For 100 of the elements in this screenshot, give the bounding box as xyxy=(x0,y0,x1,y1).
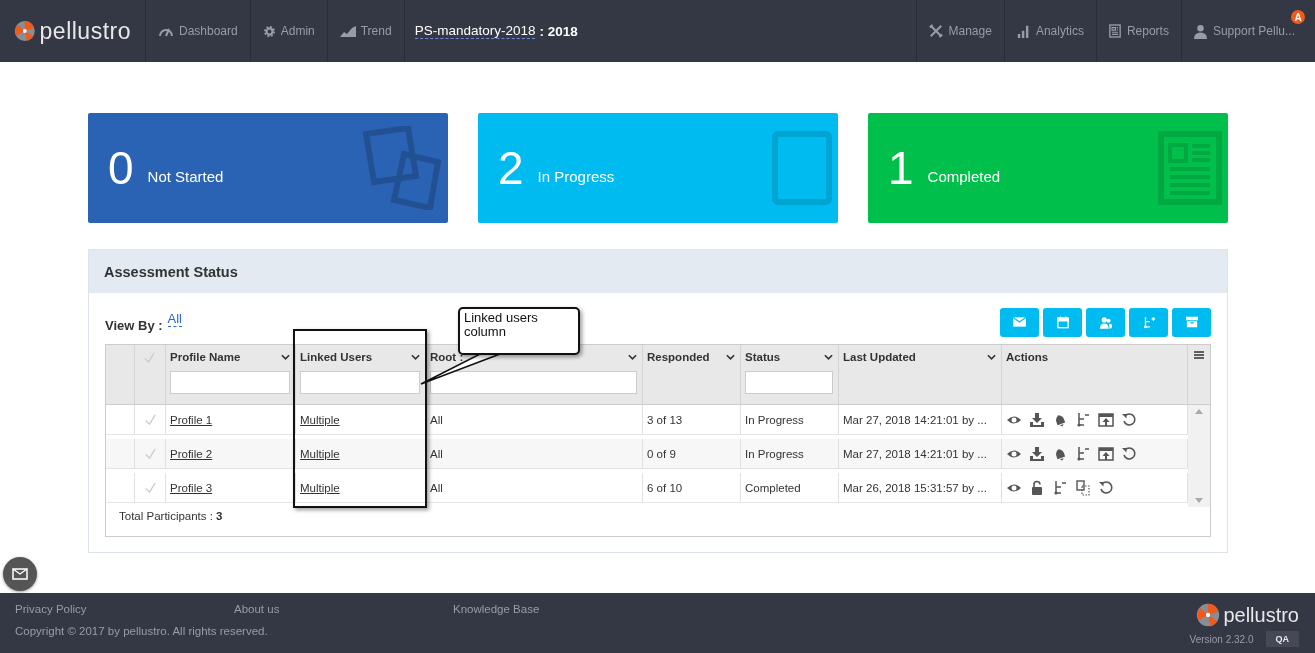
caret-icon[interactable] xyxy=(726,354,735,360)
footer-logo: pellustro xyxy=(1223,603,1299,627)
tools-icon xyxy=(928,24,943,38)
nav-item[interactable]: Dashboard xyxy=(146,0,251,62)
profile-link[interactable]: Profile 2 xyxy=(170,447,213,460)
table-cell: All xyxy=(430,447,443,460)
status-card[interactable]: 0 Not Started xyxy=(88,113,448,223)
caret-icon[interactable] xyxy=(281,354,290,360)
card-count: 1 xyxy=(888,141,914,195)
row-select-cell[interactable] xyxy=(135,439,166,469)
environment-badge: QA xyxy=(1265,631,1299,647)
table-cell: 6 of 10 xyxy=(647,481,683,494)
row-handle-cell[interactable] xyxy=(106,439,135,469)
table-cell: Mar 27, 2018 14:21:01 by ... xyxy=(843,447,987,460)
tree-add-icon xyxy=(1141,314,1156,330)
footer-link[interactable]: Knowledge Base xyxy=(453,603,672,615)
bar-chart-icon xyxy=(1016,24,1030,38)
filter-field[interactable] xyxy=(745,371,833,394)
download-icon[interactable] xyxy=(1029,411,1045,428)
row-select-cell[interactable] xyxy=(135,405,166,435)
nav-item[interactable]: Trend xyxy=(327,0,405,62)
nav-item[interactable]: Admin xyxy=(250,0,328,62)
view-by-link[interactable]: All xyxy=(167,311,182,327)
column-header[interactable]: Last Updated xyxy=(843,351,916,363)
mail-button[interactable] xyxy=(3,557,37,591)
download-icon[interactable] xyxy=(1029,445,1045,462)
table-cell: In Progress xyxy=(745,447,804,460)
card-count: 2 xyxy=(498,141,524,195)
card-count: 0 xyxy=(108,141,134,195)
wheel-logo-icon xyxy=(1196,603,1221,627)
copyright-text: Copyright © 2017 by pellustro. All rights reserved. xyxy=(15,625,269,637)
filter-field[interactable] xyxy=(430,371,637,394)
version-text: Version 2.32.0 xyxy=(1189,633,1254,645)
filter-field[interactable] xyxy=(170,371,290,394)
lock-icon[interactable] xyxy=(1029,479,1045,496)
card-label: Not Started xyxy=(147,167,225,185)
tree-icon[interactable] xyxy=(1075,445,1091,462)
archive-icon xyxy=(1184,316,1199,328)
caret-icon[interactable] xyxy=(987,354,996,360)
linked-users-link[interactable]: Multiple xyxy=(300,447,340,460)
table-cell: Mar 27, 2018 14:21:01 by ... xyxy=(843,413,987,426)
gear-icon xyxy=(262,24,276,38)
table-cell: All xyxy=(430,481,443,494)
row-handle-cell[interactable] xyxy=(106,405,135,435)
project-year: : 2018 xyxy=(539,23,578,39)
linked-users-link[interactable]: Multiple xyxy=(300,481,340,494)
tablet-icon xyxy=(772,131,832,205)
users-icon xyxy=(1098,315,1113,329)
copy-icon[interactable] xyxy=(1075,479,1091,496)
row-select-cell[interactable] xyxy=(135,473,166,503)
column-header[interactable]: Linked Users xyxy=(300,351,373,363)
table-cell: 3 of 13 xyxy=(647,413,683,426)
table-cell: Mar 26, 2018 15:31:57 by ... xyxy=(843,481,987,494)
report-icon xyxy=(1108,24,1121,38)
mail-icon xyxy=(1013,317,1026,327)
refresh-icon[interactable] xyxy=(1098,479,1114,496)
avatar-badge: A xyxy=(1291,10,1305,24)
calendar-icon xyxy=(1056,315,1069,329)
linked-users-link[interactable]: Multiple xyxy=(300,413,340,426)
select-all-cell[interactable] xyxy=(135,345,166,405)
table-cell: 0 of 9 xyxy=(647,447,676,460)
nav-item[interactable]: Analytics xyxy=(1003,0,1096,62)
caret-icon[interactable] xyxy=(824,354,833,360)
column-header[interactable]: Status xyxy=(745,351,781,363)
card-label: Completed xyxy=(927,167,1002,185)
total-participants: Total Participants : 3 xyxy=(119,510,223,522)
upload-window-icon[interactable] xyxy=(1098,411,1114,428)
table-cell: In Progress xyxy=(745,413,804,426)
area-chart-icon xyxy=(339,25,356,37)
panel-title: Assessment Status xyxy=(104,263,238,280)
profile-link[interactable]: Profile 3 xyxy=(170,481,213,494)
column-header[interactable]: Responded xyxy=(647,351,710,363)
nav-item[interactable]: Manage xyxy=(915,0,1004,62)
table-cell: All xyxy=(430,413,443,426)
tree-icon[interactable] xyxy=(1052,479,1068,496)
profile-link[interactable]: Profile 1 xyxy=(170,413,213,426)
column-header[interactable]: Actions xyxy=(1006,351,1049,363)
footer-link[interactable]: About us xyxy=(234,603,453,615)
user-icon xyxy=(1193,23,1207,39)
checkmark-icon xyxy=(143,447,157,460)
footer-link[interactable]: Privacy Policy xyxy=(15,603,234,615)
upload-window-icon[interactable] xyxy=(1098,445,1114,462)
refresh-icon[interactable] xyxy=(1121,411,1137,428)
column-header[interactable]: Profile Name xyxy=(170,351,241,363)
table-cell: Completed xyxy=(745,481,801,494)
nav-item[interactable]: Reports xyxy=(1095,0,1181,62)
menu-icon[interactable] xyxy=(1193,351,1204,359)
tree-icon[interactable] xyxy=(1075,411,1091,428)
row-handle-cell[interactable] xyxy=(106,473,135,503)
caret-icon[interactable] xyxy=(628,354,637,360)
mail-icon xyxy=(12,568,28,580)
brand-logo[interactable]: pellustro xyxy=(39,17,131,45)
project-link[interactable]: PS-mandatory-2018 xyxy=(414,23,536,39)
checkmark-icon xyxy=(143,351,156,364)
checkmark-icon xyxy=(143,413,157,426)
refresh-icon[interactable] xyxy=(1121,445,1137,462)
caret-icon[interactable] xyxy=(411,354,420,360)
newspaper-icon xyxy=(1158,131,1222,205)
card-label: In Progress xyxy=(537,167,616,185)
filter-field[interactable] xyxy=(300,371,420,394)
